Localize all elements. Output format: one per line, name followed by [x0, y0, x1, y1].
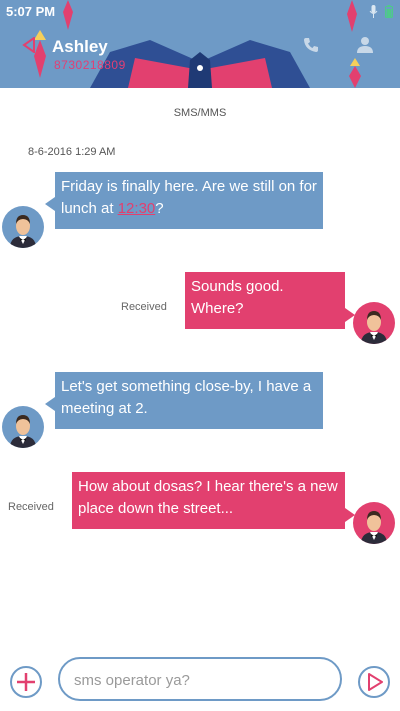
- delivery-status: Received: [8, 501, 54, 513]
- person-icon: [10, 415, 36, 448]
- contact-icon[interactable]: [357, 36, 373, 53]
- contact-phone: 8730218809: [54, 58, 126, 72]
- time-link[interactable]: 12:30: [118, 200, 156, 217]
- message-bubble-incoming[interactable]: Let's get something close-by, I have a m…: [55, 372, 323, 429]
- status-bar: 5:07 PM: [0, 0, 400, 24]
- thread-date: 8-6-2016 1:29 AM: [28, 146, 116, 158]
- add-attachment-button[interactable]: [10, 666, 42, 698]
- avatar: [2, 206, 44, 248]
- back-icon[interactable]: [22, 37, 36, 53]
- person-icon: [361, 511, 387, 544]
- status-time: 5:07 PM: [6, 4, 56, 19]
- send-icon: [368, 673, 383, 691]
- message-bubble-outgoing[interactable]: Sounds good. Where?: [185, 272, 345, 329]
- message-input[interactable]: [72, 667, 334, 693]
- message-text: Friday is finally here. Are we still on …: [61, 178, 317, 217]
- delivery-status: Received: [121, 301, 167, 313]
- avatar: [2, 406, 44, 448]
- message-text: How about dosas? I hear there's a new pl…: [78, 478, 338, 517]
- person-icon: [361, 311, 387, 344]
- app-header: 5:07 PM Ashley 8730218809: [0, 0, 400, 88]
- message-text: Sounds good. Where?: [191, 278, 284, 317]
- message-text-end: ?: [155, 200, 164, 217]
- message-bubble-incoming[interactable]: Friday is finally here. Are we still on …: [55, 172, 323, 229]
- phone-icon[interactable]: [303, 37, 319, 53]
- mic-icon: [369, 5, 378, 18]
- contact-name[interactable]: Ashley: [52, 37, 108, 57]
- person-icon: [10, 215, 36, 248]
- send-button[interactable]: [358, 666, 390, 698]
- avatar: [353, 502, 395, 544]
- compose-field[interactable]: [58, 657, 342, 701]
- message-text: Let's get something close-by, I have a m…: [61, 378, 312, 417]
- plus-icon: [17, 673, 35, 691]
- channel-label: SMS/MMS: [173, 107, 227, 119]
- battery-icon: [385, 5, 393, 18]
- bubble-tail: [45, 197, 55, 211]
- message-bubble-outgoing[interactable]: How about dosas? I hear there's a new pl…: [72, 472, 345, 529]
- bubble-tail: [45, 397, 55, 411]
- avatar: [353, 302, 395, 344]
